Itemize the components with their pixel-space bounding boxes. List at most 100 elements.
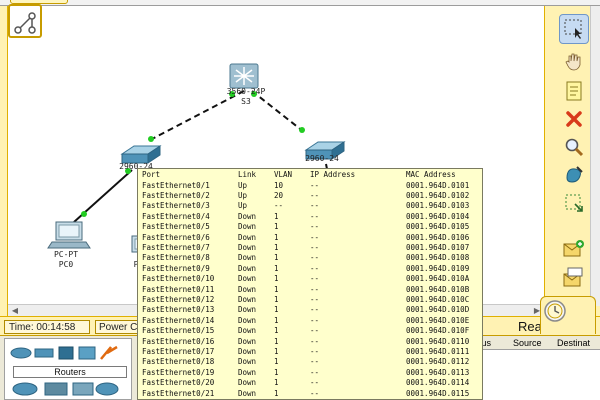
device-label-s3-name: S3 <box>241 97 251 106</box>
column-header-link: Link <box>238 170 257 179</box>
draw-shape-tool[interactable] <box>559 160 589 190</box>
port-row: FastEthernet0/8 Down 1 -- 0001.964D.0108 <box>138 253 482 263</box>
scroll-left-icon[interactable]: ◀ <box>10 306 20 316</box>
port-row: FastEthernet0/12 Down 1 -- 0001.964D.010C <box>138 294 482 305</box>
link-cell: Down <box>238 211 257 221</box>
mac-cell: 0001.964D.010E <box>406 315 470 325</box>
link-cell: Down <box>238 232 257 242</box>
port-cell: FastEthernet0/1 <box>142 180 210 190</box>
delete-tool[interactable] <box>559 104 589 134</box>
ip-cell: -- <box>310 284 320 294</box>
mac-cell: 0001.964D.0110 <box>406 336 470 346</box>
select-tool[interactable] <box>559 14 589 44</box>
switch-icon[interactable] <box>120 145 162 164</box>
ip-cell: -- <box>310 180 320 190</box>
realtime-mode-tab[interactable] <box>540 296 596 334</box>
hub-icon[interactable] <box>58 346 74 360</box>
multilayer-switch-icon[interactable] <box>229 63 259 89</box>
port-row: FastEthernet0/4 Down 1 -- 0001.964D.0104 <box>138 211 482 222</box>
port-cell: FastEthernet0/6 <box>142 232 210 242</box>
mac-cell: 0001.964D.010B <box>406 284 470 294</box>
ip-cell: -- <box>310 201 320 211</box>
add-simple-pdu-tool[interactable] <box>559 234 589 264</box>
ip-cell: -- <box>310 294 320 304</box>
port-cell: FastEthernet0/3 <box>142 201 210 211</box>
workspace-vscrollbar[interactable] <box>590 6 600 306</box>
wireless-icon[interactable] <box>78 346 96 360</box>
router-models <box>12 382 119 396</box>
mac-cell: 0001.964D.0106 <box>406 232 470 242</box>
pdu-list-table[interactable]: tus Source Destinat <box>474 336 600 400</box>
port-cell: FastEthernet0/16 <box>142 336 215 346</box>
mac-cell: 0001.964D.0107 <box>406 242 470 252</box>
resize-tool[interactable] <box>559 188 589 218</box>
add-complex-pdu-icon <box>563 267 583 287</box>
left-sidebar <box>0 6 8 316</box>
column-header-source[interactable]: Source <box>513 338 542 348</box>
port-cell: FastEthernet0/2 <box>142 190 210 200</box>
port-cell: FastEthernet0/12 <box>142 294 215 304</box>
device-category-label: Routers <box>13 366 127 378</box>
router-icon[interactable] <box>10 347 32 359</box>
vlan-cell: 1 <box>274 211 279 221</box>
connections-icon[interactable] <box>100 345 118 360</box>
mac-cell: 0001.964D.0103 <box>406 201 470 211</box>
router-model-icon[interactable] <box>72 382 94 396</box>
column-header-mac: MAC Address <box>406 170 456 179</box>
vlan-cell: 1 <box>274 222 279 232</box>
link-cell: Down <box>238 242 257 252</box>
inspect-tool[interactable] <box>559 132 589 162</box>
router-model-icon[interactable] <box>12 382 38 396</box>
switch-icon[interactable] <box>34 348 54 358</box>
port-row: FastEthernet0/7 Down 1 -- 0001.964D.0107 <box>138 242 482 253</box>
delete-icon <box>566 111 582 127</box>
port-cell: FastEthernet0/4 <box>142 211 210 221</box>
ip-cell: -- <box>310 346 320 356</box>
mac-cell: 0001.964D.010A <box>406 274 470 284</box>
popup-header-row: Port Link VLAN IP Address MAC Address <box>138 170 482 180</box>
vlan-cell: 1 <box>274 388 279 398</box>
mac-cell: 0001.964D.0111 <box>406 346 470 356</box>
link-cell: Down <box>238 315 257 325</box>
hand-icon <box>565 53 581 71</box>
vlan-cell: 1 <box>274 284 279 294</box>
ip-cell: -- <box>310 232 320 242</box>
port-row: FastEthernet0/15 Down 1 -- 0001.964D.010F <box>138 326 482 336</box>
mac-cell: 0001.964D.0102 <box>406 190 470 200</box>
ip-cell: -- <box>310 263 320 273</box>
column-header-destination[interactable]: Destinat <box>557 338 590 348</box>
port-row: FastEthernet0/20 Down 1 -- 0001.964D.0114 <box>138 378 482 388</box>
router-model-icon[interactable] <box>44 382 68 396</box>
note-icon <box>566 81 582 101</box>
router-model-icon[interactable] <box>95 382 119 396</box>
move-tool[interactable] <box>559 46 589 76</box>
topology-icon <box>14 12 36 34</box>
port-cell: FastEthernet0/7 <box>142 242 210 252</box>
link-cell: Down <box>238 305 257 315</box>
link-cell: Down <box>238 357 257 367</box>
port-row: FastEthernet0/18 Down 1 -- 0001.964D.0112 <box>138 357 482 367</box>
port-cell: FastEthernet0/19 <box>142 367 215 377</box>
vlan-cell: 1 <box>274 294 279 304</box>
port-row: FastEthernet0/17 Down 1 -- 0001.964D.0111 <box>138 346 482 357</box>
link-cell: Up <box>238 201 248 211</box>
port-row: FastEthernet0/2 Up 20 -- 0001.964D.0102 <box>138 190 482 201</box>
port-cell: FastEthernet0/18 <box>142 357 215 367</box>
vlan-cell: 1 <box>274 274 279 284</box>
link-cell: Down <box>238 367 257 377</box>
port-row: FastEthernet0/10 Down 1 -- 0001.964D.010A <box>138 274 482 284</box>
vlan-cell: 1 <box>274 242 279 252</box>
link-cell: Down <box>238 388 257 398</box>
note-tool[interactable] <box>559 76 589 106</box>
device-label-s3-model: 3560-24P <box>226 87 266 96</box>
add-complex-pdu-tool[interactable] <box>559 262 589 292</box>
vlan-cell: 1 <box>274 357 279 367</box>
device-label-pc0-model: PC-PT <box>53 250 79 259</box>
link-cell: Down <box>238 336 257 346</box>
add-simple-pdu-icon <box>563 240 584 257</box>
logical-mode-button[interactable] <box>8 4 42 38</box>
pc-icon[interactable] <box>47 221 91 249</box>
port-cell: FastEthernet0/17 <box>142 346 215 356</box>
clock-icon <box>544 300 566 322</box>
port-row: FastEthernet0/9 Down 1 -- 0001.964D.0109 <box>138 263 482 274</box>
